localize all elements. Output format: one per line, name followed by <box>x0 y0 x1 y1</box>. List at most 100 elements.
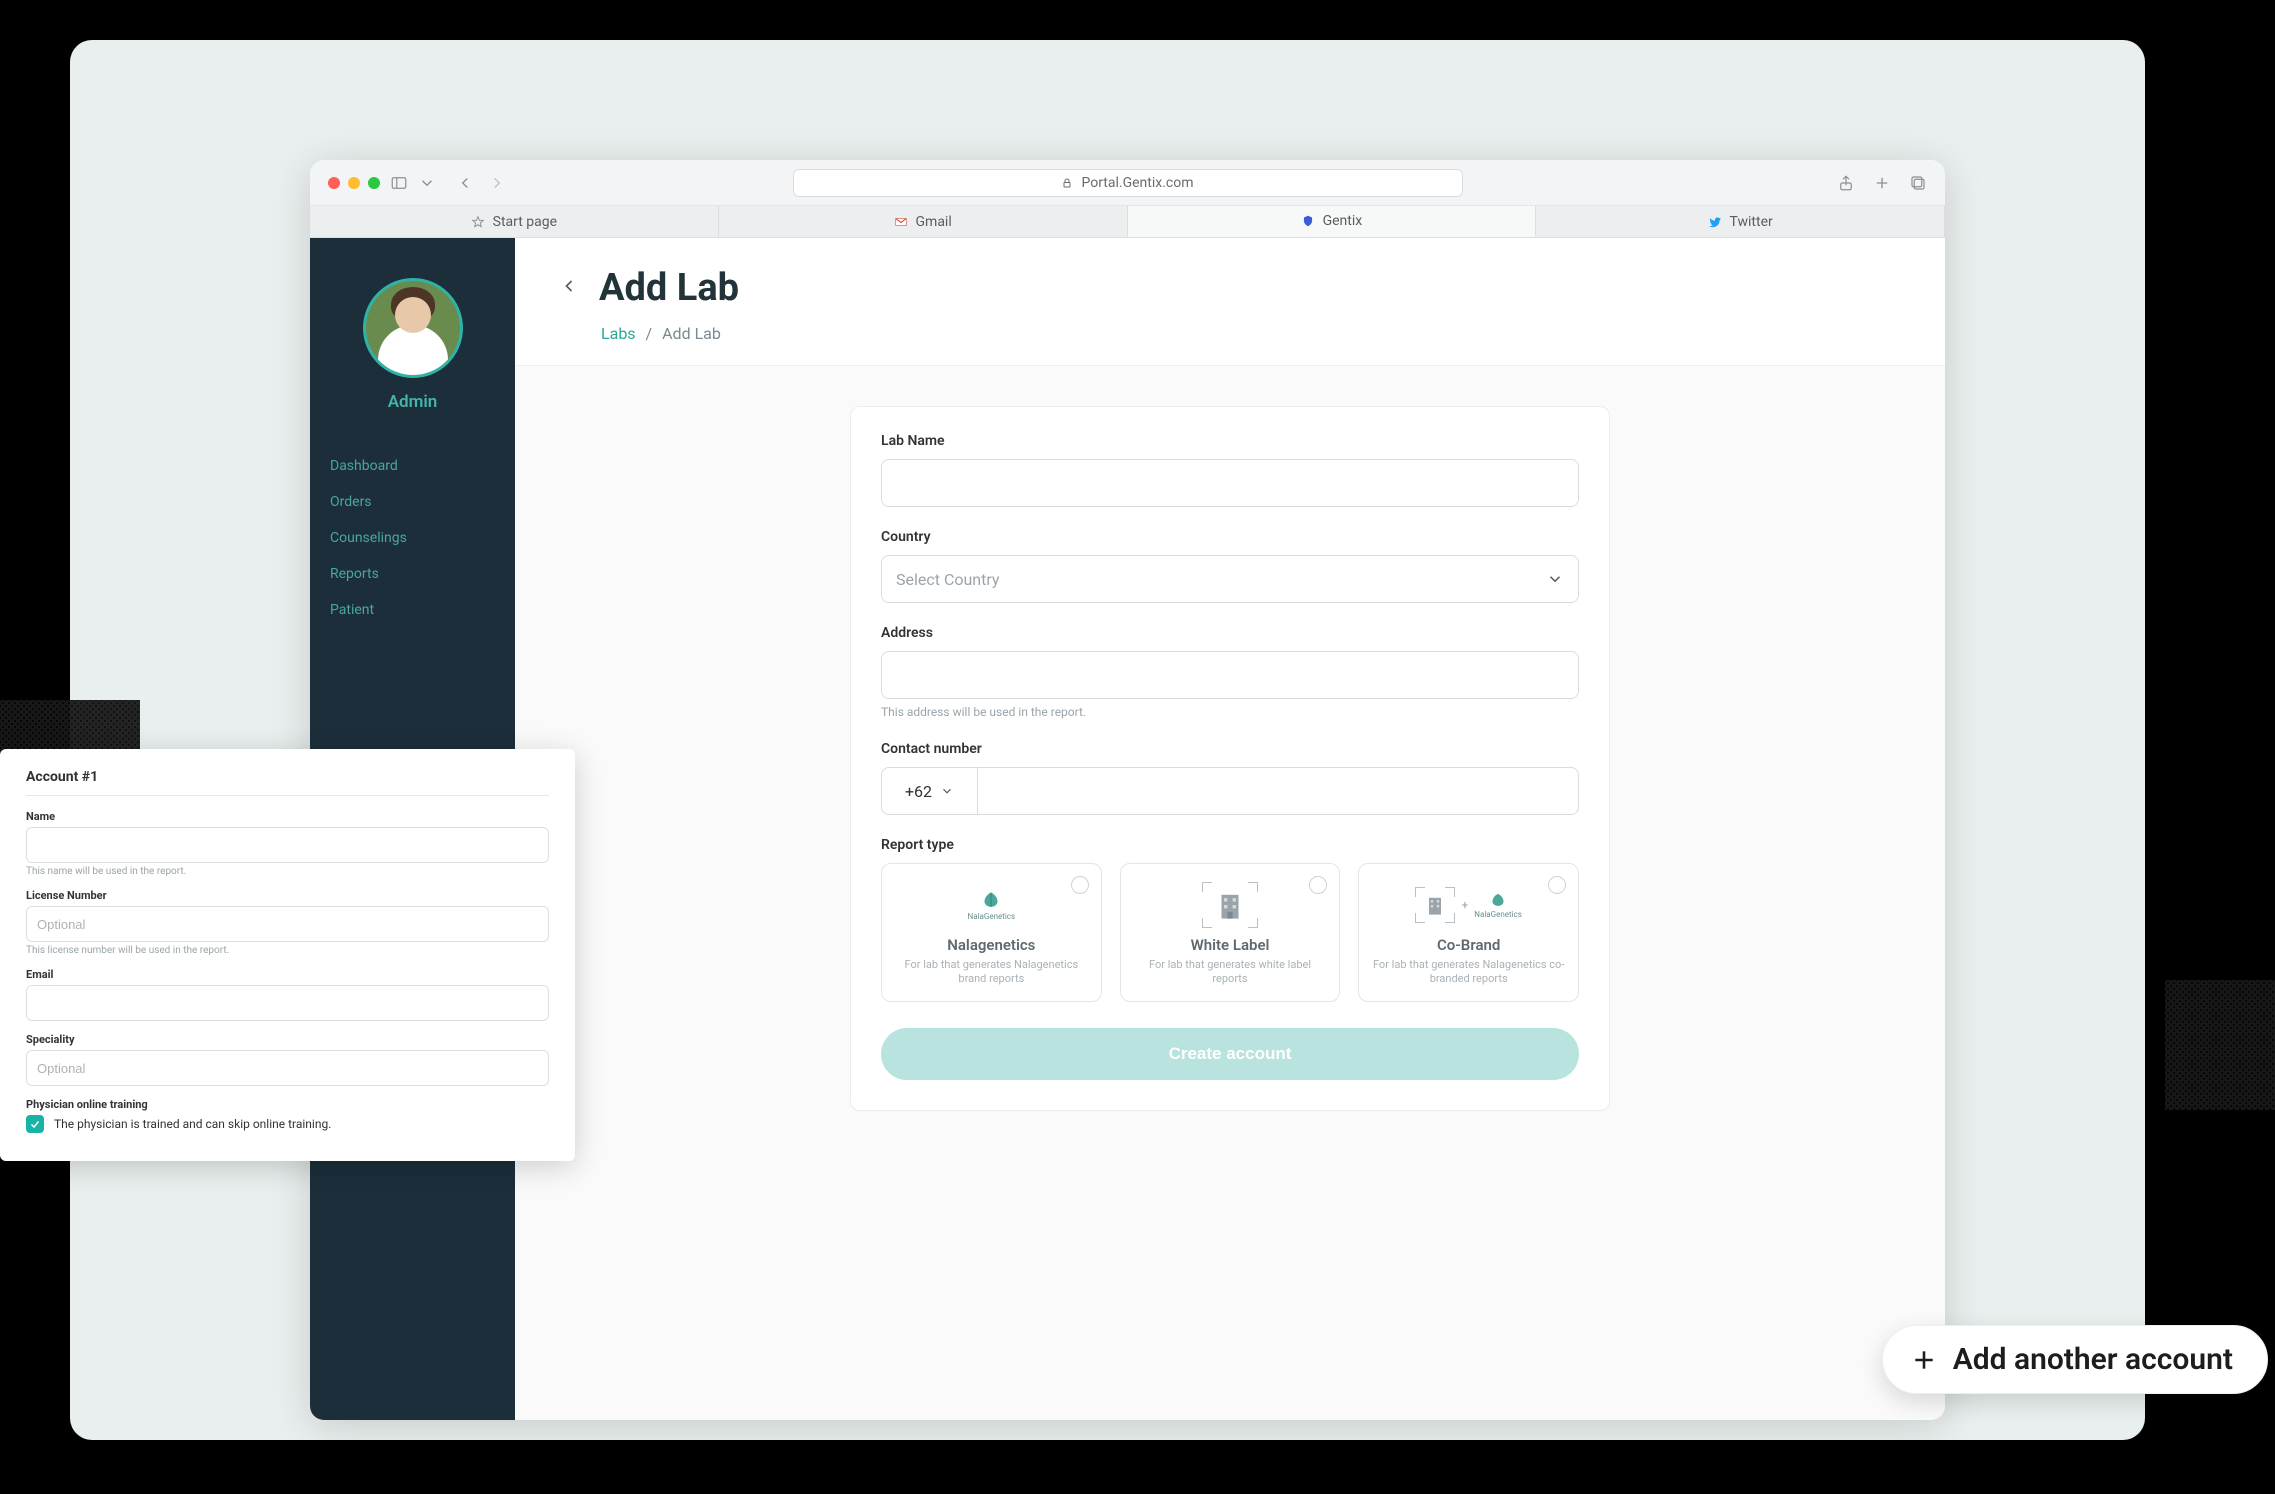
tab-label: Gentix <box>1323 213 1363 229</box>
window-controls <box>328 177 380 189</box>
contact-label: Contact number <box>881 741 1579 757</box>
chevron-left-icon <box>559 276 579 296</box>
avatar[interactable] <box>363 278 463 378</box>
create-account-button[interactable]: Create account <box>881 1028 1579 1080</box>
lock-icon <box>1061 177 1073 189</box>
report-card-co-brand[interactable]: + NalaGenetics Co-Brand For lab that gen… <box>1358 863 1579 1002</box>
account-panel: Account #1 Name This name will be used i… <box>0 749 575 1161</box>
breadcrumb-root[interactable]: Labs <box>601 324 636 343</box>
sidebar-item-counselings[interactable]: Counselings <box>310 520 515 556</box>
tab-twitter[interactable]: Twitter <box>1536 206 1945 237</box>
main-content: Add Lab Labs / Add Lab Lab Name Country <box>515 238 1945 1420</box>
phone-code-text: +62 <box>905 782 932 801</box>
fab-label: Add another account <box>1953 1342 2233 1377</box>
browser-toolbar: Portal.Gentix.com <box>310 160 1945 206</box>
training-label: Physician online training <box>26 1098 549 1111</box>
breadcrumb-leaf: Add Lab <box>662 324 721 343</box>
address-label: Address <box>881 625 1579 641</box>
training-checkbox[interactable] <box>26 1115 44 1133</box>
speciality-input[interactable] <box>26 1050 549 1086</box>
stage: Portal.Gentix.com Start page Gmail Genti… <box>0 0 2275 1494</box>
phone-country-code[interactable]: +62 <box>881 767 977 815</box>
country-select[interactable]: Select Country <box>881 555 1579 603</box>
sidebar-item-patient[interactable]: Patient <box>310 592 515 628</box>
breadcrumb: Labs / Add Lab <box>601 324 1901 343</box>
radio-icon <box>1071 876 1089 894</box>
country-label: Country <box>881 529 1579 545</box>
radio-icon <box>1548 876 1566 894</box>
sidebar-item-orders[interactable]: Orders <box>310 484 515 520</box>
report-card-white-label[interactable]: White Label For lab that generates white… <box>1120 863 1341 1002</box>
star-icon <box>471 215 485 229</box>
speciality-label: Speciality <box>26 1033 549 1046</box>
sidebar-role: Admin <box>388 392 438 412</box>
url-text: Portal.Gentix.com <box>1081 175 1193 191</box>
tab-start-page[interactable]: Start page <box>310 206 719 237</box>
sidebar-nav: Dashboard Orders Counselings Reports Pat… <box>310 448 515 628</box>
sidebar-item-reports[interactable]: Reports <box>310 556 515 592</box>
name-hint: This name will be used in the report. <box>26 866 549 877</box>
url-bar[interactable]: Portal.Gentix.com <box>793 169 1463 197</box>
plus-icon: + <box>1461 898 1468 912</box>
report-name: Co-Brand <box>1371 936 1566 954</box>
report-desc: For lab that generates Nalagenetics co-b… <box>1371 958 1566 987</box>
add-another-account-button[interactable]: Add another account <box>1882 1325 2268 1394</box>
page-title: Add Lab <box>599 266 739 310</box>
tab-gentix[interactable]: Gentix <box>1128 206 1537 237</box>
plus-icon <box>1911 1347 1937 1373</box>
sidebar-item-dashboard[interactable]: Dashboard <box>310 448 515 484</box>
chevron-down-icon[interactable] <box>418 174 436 192</box>
name-input[interactable] <box>26 827 549 863</box>
back-button[interactable] <box>559 276 579 300</box>
address-hint: This address will be used in the report. <box>881 705 1579 719</box>
tab-gmail[interactable]: Gmail <box>719 206 1128 237</box>
gmail-icon <box>894 215 908 229</box>
chevron-down-icon <box>940 784 954 798</box>
report-card-nalagenetics[interactable]: NalaGenetics Nalagenetics For lab that g… <box>881 863 1102 1002</box>
account-panel-title: Account #1 <box>26 769 549 796</box>
check-icon <box>29 1118 41 1130</box>
report-logo-text: NalaGenetics <box>1474 910 1522 919</box>
twitter-icon <box>1708 215 1722 229</box>
training-checkbox-label: The physician is trained and can skip on… <box>54 1117 331 1131</box>
close-window-dot[interactable] <box>328 177 340 189</box>
address-input[interactable] <box>881 651 1579 699</box>
report-name: White Label <box>1133 936 1328 954</box>
tab-label: Gmail <box>916 214 952 230</box>
tabs-overview-icon[interactable] <box>1909 174 1927 192</box>
name-label: Name <box>26 810 549 823</box>
license-label: License Number <box>26 889 549 902</box>
share-icon[interactable] <box>1837 174 1855 192</box>
tab-bar: Start page Gmail Gentix Twitter <box>310 206 1945 238</box>
tab-label: Start page <box>493 214 557 230</box>
leaf-icon <box>978 890 1004 912</box>
form-card: Lab Name Country Select Country Address <box>850 406 1610 1111</box>
email-input[interactable] <box>26 985 549 1021</box>
report-logo-text: NalaGenetics <box>968 912 1016 921</box>
zoom-window-dot[interactable] <box>368 177 380 189</box>
report-type-label: Report type <box>881 837 1579 853</box>
country-placeholder: Select Country <box>896 570 1000 589</box>
building-icon <box>1423 893 1447 917</box>
lab-name-input[interactable] <box>881 459 1579 507</box>
report-desc: For lab that generates Nalagenetics bran… <box>894 958 1089 987</box>
report-desc: For lab that generates white label repor… <box>1133 958 1328 987</box>
building-icon <box>1212 888 1248 922</box>
sidebar-toggle-icon[interactable] <box>390 174 408 192</box>
breadcrumb-sep: / <box>646 324 653 343</box>
email-label: Email <box>26 968 549 981</box>
phone-input[interactable] <box>977 767 1579 815</box>
lab-name-label: Lab Name <box>881 433 1579 449</box>
report-name: Nalagenetics <box>894 936 1089 954</box>
license-input[interactable] <box>26 906 549 942</box>
back-icon[interactable] <box>456 174 474 192</box>
tab-label: Twitter <box>1730 214 1773 230</box>
leaf-icon <box>1487 892 1509 910</box>
new-tab-icon[interactable] <box>1873 174 1891 192</box>
forward-icon[interactable] <box>488 174 506 192</box>
chevron-down-icon <box>1546 570 1564 588</box>
shield-icon <box>1301 214 1315 228</box>
minimize-window-dot[interactable] <box>348 177 360 189</box>
page-header: Add Lab Labs / Add Lab <box>515 238 1945 366</box>
license-hint: This license number will be used in the … <box>26 945 549 956</box>
